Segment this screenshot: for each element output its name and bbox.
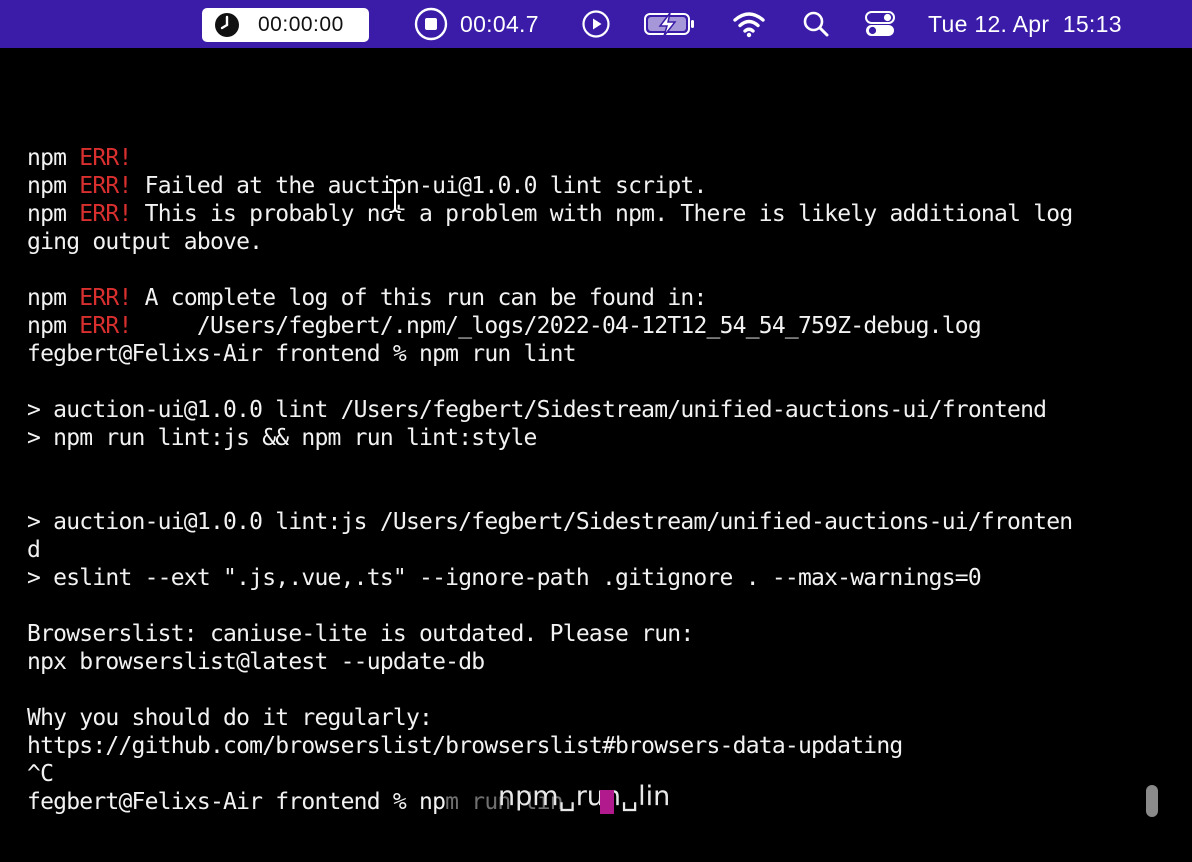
line-text: d [27,537,41,563]
control-center-icon [865,11,895,36]
line-text: Failed at the auction-ui@1.0.0 lint scri… [131,173,708,199]
spotlight-search[interactable] [802,0,830,48]
terminal-line: npm ERR! [27,144,132,172]
stop-record-icon [414,7,448,41]
line-text: A complete log of this run can be found … [131,285,708,311]
terminal-line: Why you should do it regularly: [27,704,433,732]
line-text: This is probably not a problem with npm.… [131,201,1074,227]
terminal-line: Browserslist: caniuse-lite is outdated. … [27,620,694,648]
clock-date[interactable]: Tue 12. Apr 15:13 [928,0,1122,48]
terminal-line: ^C [27,760,54,788]
menu-bar: 00:00:00 00:04.7 Tue 12. Apr 15:13 [0,0,1192,48]
terminal-line: > eslint --ext ".js,.vue,.ts" --ignore-p… [27,564,982,592]
line-prefix: npm [27,173,80,199]
npm-err-label: ERR! [79,173,132,199]
line-text: > auction-ui@1.0.0 lint:js /Users/fegber… [27,509,1073,535]
line-prefix: npm [27,201,80,227]
play-button[interactable] [581,0,611,48]
line-text: ging output above. [27,229,263,255]
line-text: Browserslist: caniuse-lite is outdated. … [27,621,694,647]
terminal-window[interactable]: npm ERR! npm ERR! Failed at the auction-u… [0,52,1192,862]
play-icon [582,10,610,38]
ibeam-cursor-icon [387,178,403,214]
line-prefix: npm [27,285,80,311]
timer-widget[interactable]: 00:00:00 [202,8,369,42]
clock-icon [215,13,239,37]
terminal-line: ging output above. [27,228,263,256]
date-time-text: Tue 12. Apr 15:13 [928,10,1122,37]
terminal-line: > auction-ui@1.0.0 lint /Users/fegbert/S… [27,396,1047,424]
line-text: fegbert@Felixs-Air frontend % npm run li… [27,341,577,367]
line-text: npx browserslist@latest --update-db [27,649,485,675]
terminal-line: d [27,536,41,564]
terminal-line: fegbert@Felixs-Air frontend % npm run li… [27,340,577,368]
line-prefix: npm [27,313,80,339]
terminal-line: > npm run lint:js && npm run lint:style [27,424,537,452]
text-cursor [600,790,614,814]
npm-err-label: ERR! [79,285,132,311]
terminal-prompt-line[interactable]: fegbert@Felixs-Air frontend % npm run li… [27,788,564,816]
battery-status[interactable] [643,0,697,48]
line-prefix: npm [27,145,80,171]
terminal-line: npm ERR! A complete log of this run can … [27,284,707,312]
npm-err-label: ERR! [79,145,132,171]
line-text: > auction-ui@1.0.0 lint /Users/fegbert/S… [27,397,1047,423]
terminal-line: npm ERR! This is probably not a problem … [27,200,1074,228]
line-text: https://github.com/browserslist/browsers… [27,733,903,759]
terminal-line: npm ERR! Failed at the auction-ui@1.0.0 … [27,172,707,200]
npm-err-label: ERR! [79,201,132,227]
timer-value: 00:00:00 [258,13,344,36]
wifi-icon [733,12,765,38]
line-text: ^C [27,761,54,787]
prompt-text: fegbert@Felixs-Air frontend % np [27,789,446,815]
battery-charging-icon [644,12,694,37]
input-method-composition: npm␣run␣lin [498,781,671,812]
terminal-line: npx browserslist@latest --update-db [27,648,485,676]
line-text: > npm run lint:js && npm run lint:style [27,425,537,451]
screen-recording-status[interactable]: 00:04.7 [414,0,539,48]
terminal-line: npm ERR! /Users/fegbert/.npm/_logs/2022-… [27,312,982,340]
line-text: /Users/fegbert/.npm/_logs/2022-04-12T12_… [131,313,982,339]
terminal-line: > auction-ui@1.0.0 lint:js /Users/fegber… [27,508,1073,536]
control-center[interactable] [864,0,896,48]
wifi-status[interactable] [732,0,766,48]
recording-time: 00:04.7 [460,10,539,37]
line-text: > eslint --ext ".js,.vue,.ts" --ignore-p… [27,565,982,591]
npm-err-label: ERR! [79,313,132,339]
terminal-scrollbar[interactable] [1146,785,1158,817]
terminal-line: https://github.com/browserslist/browsers… [27,732,903,760]
search-icon [803,11,829,37]
line-text: Why you should do it regularly: [27,705,433,731]
